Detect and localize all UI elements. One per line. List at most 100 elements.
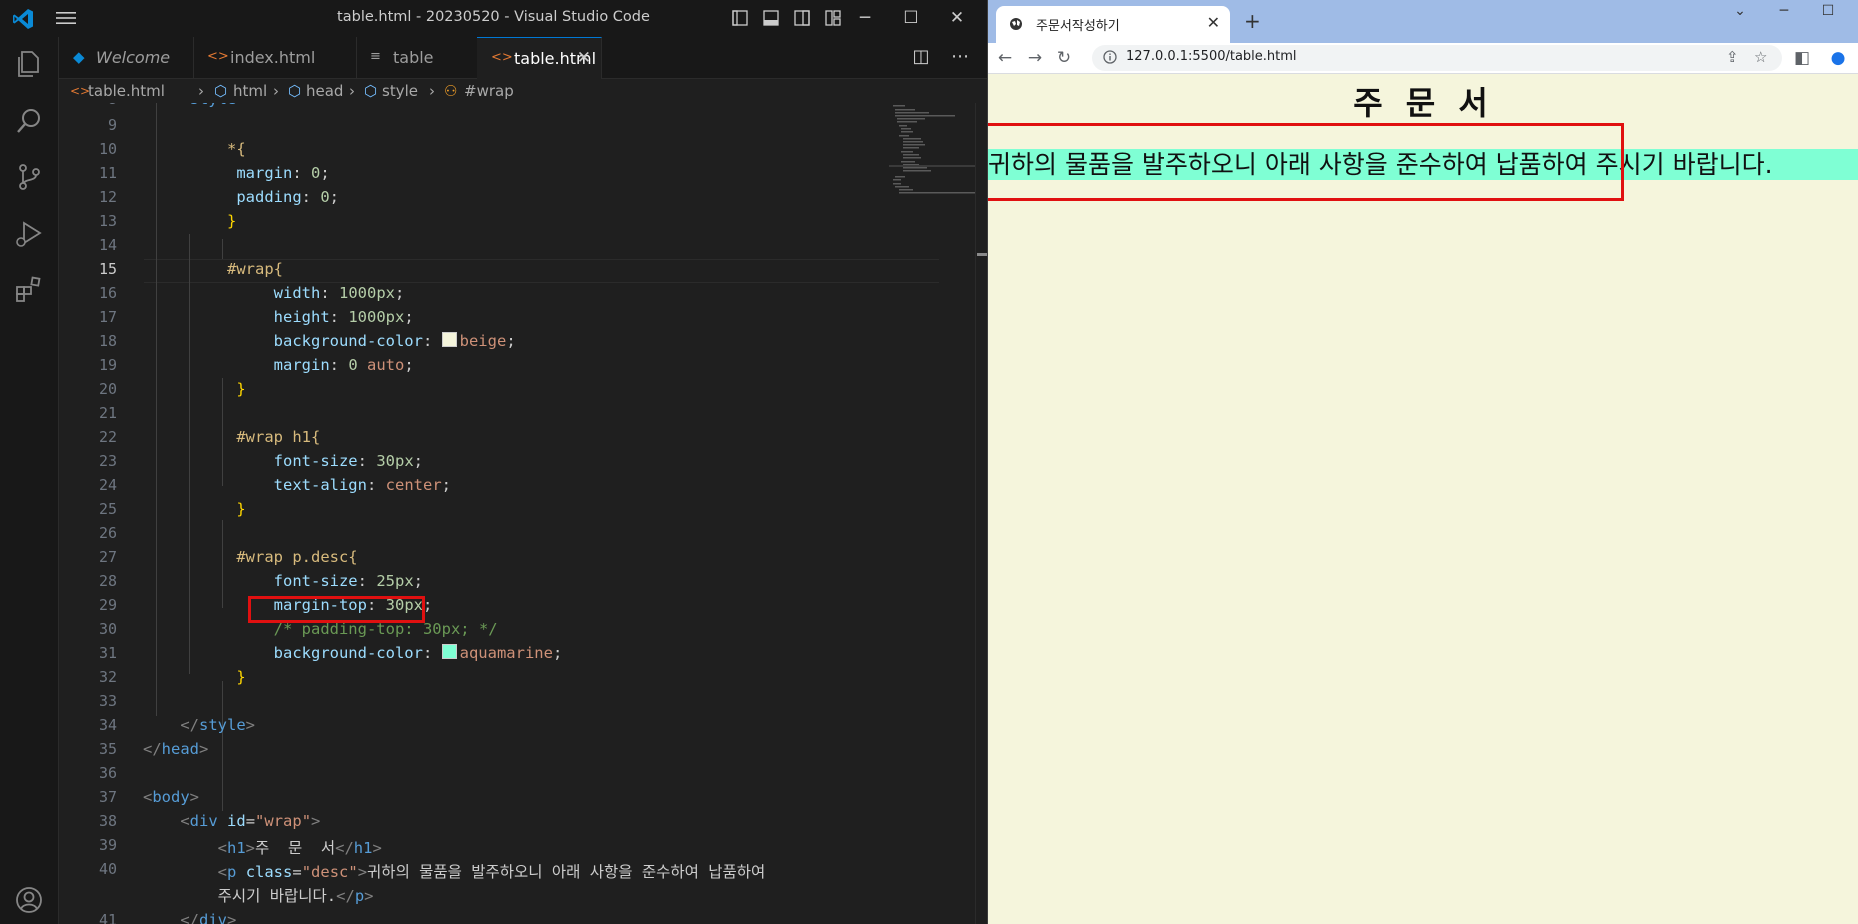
code-line-22: #wrap h1{: [236, 428, 321, 446]
line-number: 13: [98, 212, 117, 230]
code-line-31: background-color: aquamarine;: [273, 644, 563, 662]
browser-tab[interactable]: 주문서작성하기 ✕: [996, 6, 1230, 43]
preview-icon: ≡: [370, 49, 381, 64]
minimize-icon[interactable]: ─: [1769, 3, 1799, 23]
code-line-27: #wrap p.desc{: [236, 548, 358, 566]
line-number: 12: [98, 188, 117, 206]
breadcrumb-item[interactable]: html: [233, 79, 267, 103]
source-control-icon[interactable]: [13, 161, 45, 193]
code-line-28: font-size: 25px;: [273, 572, 423, 590]
close-tab-icon[interactable]: ✕: [1207, 13, 1220, 32]
line-number: 36: [98, 764, 117, 782]
reload-icon[interactable]: ↻: [1053, 47, 1075, 69]
indent-guide: [222, 239, 223, 259]
breadcrumb-item[interactable]: head: [306, 79, 343, 103]
code-editor[interactable]: 8 9 10 11 12 13 14 15 16 17 18 19 20 21 22 23 24 25 26 27 28…: [59, 103, 987, 924]
vertical-scrollbar[interactable]: [975, 103, 987, 924]
side-panel-icon[interactable]: ◧: [1791, 47, 1813, 69]
editor-tabs: ◆ Welcome <> index.html ≡ table <> table…: [59, 37, 987, 79]
line-number: 21: [98, 404, 117, 422]
line-number: 24: [98, 476, 117, 494]
profile-avatar-icon[interactable]: ●: [1827, 47, 1849, 69]
code-line-13: }: [227, 212, 237, 230]
highlight-box-margin: [988, 123, 1624, 201]
chevron-down-icon[interactable]: ⌄: [1725, 3, 1755, 23]
line-number: 35: [98, 740, 117, 758]
toggle-panel-icon[interactable]: [762, 9, 780, 27]
chevron-right-icon: ›: [429, 82, 435, 100]
breadcrumb-item[interactable]: #wrap: [464, 79, 514, 103]
address-bar[interactable]: 127.0.0.1:5500/table.html ⇪ ☆: [1092, 45, 1782, 71]
customize-layout-icon[interactable]: [824, 9, 842, 27]
tab-table-html[interactable]: <> table.html ✕: [477, 37, 602, 79]
tab-label: Welcome: [96, 48, 171, 67]
tab-index-html[interactable]: <> index.html: [193, 37, 357, 78]
breadcrumb: <> table.html › ⬡ html › ⬡ head › ⬡ styl…: [59, 79, 987, 103]
maximize-icon[interactable]: ☐: [901, 8, 921, 28]
share-icon[interactable]: ⇪: [1726, 48, 1739, 66]
line-number: 26: [98, 524, 117, 542]
code-line-10: *{: [227, 140, 246, 158]
code-line-19: margin: 0 auto;: [273, 356, 414, 374]
line-number: 15: [98, 260, 117, 278]
element-icon: ⬡: [364, 82, 378, 100]
toggle-primary-sidebar-icon[interactable]: [731, 9, 749, 27]
close-icon[interactable]: ✕: [947, 8, 967, 28]
close-tab-icon[interactable]: ✕: [577, 38, 591, 79]
browser-window: 주문서작성하기 ✕ + ⌄ ─ ☐ ← → ↻ 127.0.0.1:5500/t…: [987, 0, 1858, 924]
split-editor-icon[interactable]: ◫: [911, 47, 931, 67]
browser-toolbar: ← → ↻ 127.0.0.1:5500/table.html ⇪ ☆ ◧ ●: [988, 43, 1858, 74]
line-number: 17: [98, 308, 117, 326]
line-number: 29: [98, 596, 117, 614]
back-icon[interactable]: ←: [994, 47, 1016, 69]
toggle-secondary-sidebar-icon[interactable]: [793, 9, 811, 27]
maximize-icon[interactable]: ☐: [1813, 3, 1843, 23]
extensions-icon[interactable]: [13, 273, 45, 305]
page-content: 주 문 서 귀하의 물품을 발주하오니 아래 사항을 준수하여 납품하여 주시기…: [988, 74, 1858, 924]
code-line-35: </head>: [143, 740, 209, 758]
code-line-12: padding: 0;: [236, 188, 340, 206]
page-heading: 주 문 서: [1353, 84, 1494, 122]
color-swatch-beige[interactable]: [441, 332, 457, 347]
tab-table-preview[interactable]: ≡ table: [356, 37, 478, 78]
run-debug-icon[interactable]: [13, 218, 45, 250]
line-number: 14: [98, 236, 117, 254]
selector-icon: ⚇: [444, 82, 458, 100]
breadcrumb-item[interactable]: table.html: [88, 79, 165, 103]
bookmark-star-icon[interactable]: ☆: [1754, 48, 1767, 66]
line-number: 22: [98, 428, 117, 446]
search-icon[interactable]: [13, 105, 45, 137]
vscode-window: table.html - 20230520 - Visual Studio Co…: [0, 0, 987, 924]
forward-icon[interactable]: →: [1024, 47, 1046, 69]
new-tab-icon[interactable]: +: [1244, 9, 1261, 33]
code-line-38: <div id="wrap">: [180, 812, 321, 830]
minimize-icon[interactable]: ─: [855, 8, 875, 28]
line-number: 11: [98, 164, 117, 182]
line-number: 38: [98, 812, 117, 830]
tab-welcome[interactable]: ◆ Welcome: [59, 37, 194, 78]
color-swatch-aquamarine[interactable]: [441, 644, 457, 659]
line-number: 39: [98, 836, 117, 854]
line-number: 23: [98, 452, 117, 470]
vscode-titlebar: table.html - 20230520 - Visual Studio Co…: [0, 0, 987, 37]
line-number: 30: [98, 620, 117, 638]
minimap[interactable]: [889, 103, 975, 924]
line-number: 9: [107, 116, 117, 134]
chevron-right-icon: ›: [198, 82, 204, 100]
url-text: 127.0.0.1:5500/table.html: [1126, 49, 1297, 64]
line-number: 32: [98, 668, 117, 686]
accounts-icon[interactable]: [13, 884, 45, 916]
code-line-24: text-align: center;: [273, 476, 451, 494]
line-number: 37: [98, 788, 117, 806]
line-number: 27: [98, 548, 117, 566]
line-number: 40: [98, 860, 117, 878]
info-icon[interactable]: [1103, 50, 1117, 64]
code-line-37: <body>: [143, 788, 200, 806]
code-line-25: }: [236, 500, 246, 518]
explorer-icon[interactable]: [13, 48, 45, 80]
element-icon: ⬡: [214, 82, 228, 100]
more-actions-icon[interactable]: ⋯: [950, 47, 970, 67]
breadcrumb-item[interactable]: style: [382, 79, 418, 103]
chevron-right-icon: ›: [273, 82, 279, 100]
code-line-41: </div>: [180, 911, 237, 924]
